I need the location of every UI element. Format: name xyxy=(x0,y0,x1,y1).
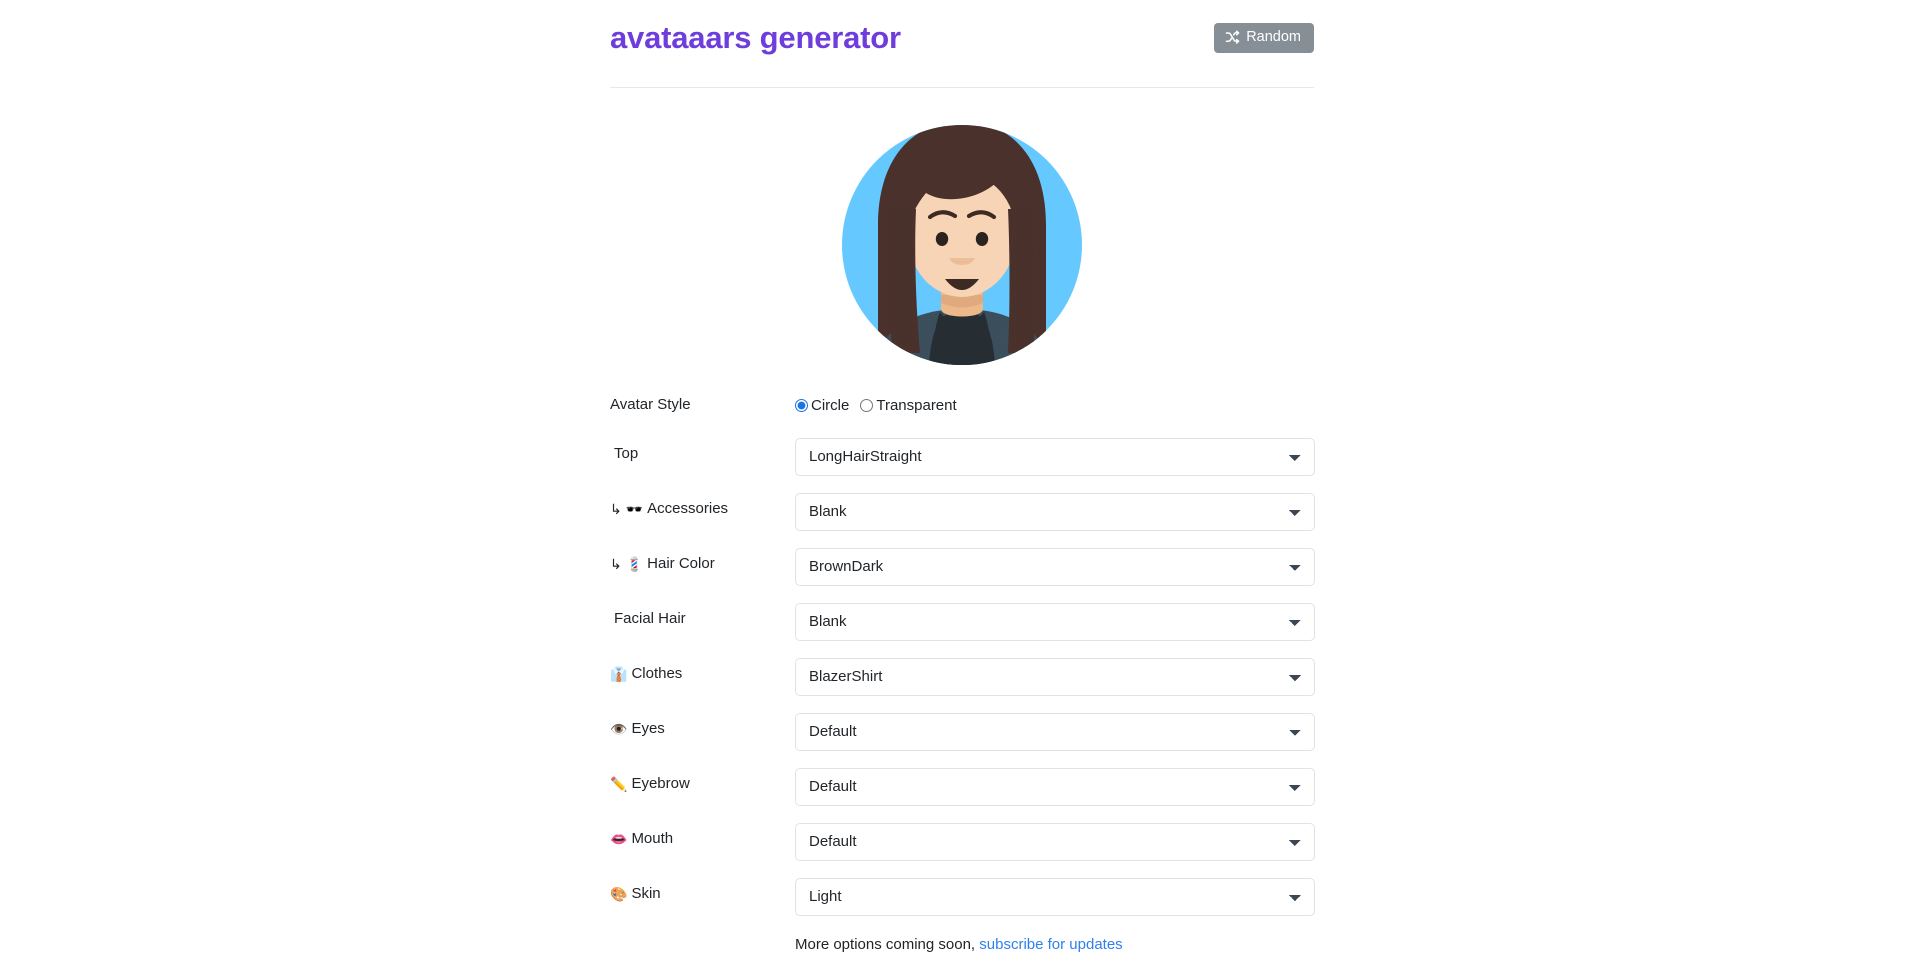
form-row-skin: 🎨 Skin Light xyxy=(610,871,1315,926)
form-row-clothes: 👔 Clothes BlazerShirt xyxy=(610,651,1315,706)
mouth-label: 👄 Mouth xyxy=(610,816,795,848)
top-control: LongHairStraight xyxy=(795,431,1315,476)
eyebrow-label-text: Eyebrow xyxy=(631,775,690,792)
clothes-label-text: Clothes xyxy=(631,665,683,682)
accessories-label: ↳ 🕶️ Accessories xyxy=(610,486,795,518)
avatar-image xyxy=(842,125,1082,365)
form-row-facial-hair: Facial Hair Blank xyxy=(610,596,1315,651)
random-button[interactable]: Random xyxy=(1214,23,1314,53)
avatar-style-radio-group[interactable]: Circle Transparent xyxy=(795,389,1314,414)
hair-color-label-text: Hair Color xyxy=(647,555,715,572)
form-row-eyebrow: ✏️ Eyebrow Default xyxy=(610,761,1315,816)
hair-color-label: ↳ 💈 Hair Color xyxy=(610,541,795,573)
random-button-label: Random xyxy=(1246,29,1301,46)
footnote: More options coming soon, subscribe for … xyxy=(610,936,1314,953)
mouth-icon: 👄 xyxy=(610,831,628,847)
form-row-eyes: 👁️ Eyes Default xyxy=(610,706,1315,761)
accessories-label-text: Accessories xyxy=(647,500,729,517)
top-label-text: Top xyxy=(614,445,639,462)
necktie-icon: 👔 xyxy=(610,666,628,682)
skin-label-text: Skin xyxy=(631,885,661,902)
eyes-label-text: Eyes xyxy=(631,720,665,737)
options-form: Avatar Style Circle Transparent Top Long… xyxy=(610,382,1315,953)
sub-option-arrow-icon: ↳ xyxy=(610,556,622,572)
mouth-select[interactable]: Default xyxy=(795,823,1315,861)
radio-circle-label: Circle xyxy=(811,397,850,414)
hair-color-control: BrownDark xyxy=(795,541,1315,586)
pencil-icon: ✏️ xyxy=(610,776,628,792)
shuffle-icon xyxy=(1225,30,1240,45)
top-select[interactable]: LongHairStraight xyxy=(795,438,1315,476)
page-header: avataaars generator Random xyxy=(610,0,1314,88)
form-row-hair-color: ↳ 💈 Hair Color BrownDark xyxy=(610,541,1315,596)
eyes-select[interactable]: Default xyxy=(795,713,1315,751)
hair-color-select[interactable]: BrownDark xyxy=(795,548,1315,586)
accessories-select[interactable]: Blank xyxy=(795,493,1315,531)
form-row-avatar-style: Avatar Style Circle Transparent xyxy=(610,382,1314,431)
clothes-select[interactable]: BlazerShirt xyxy=(795,658,1315,696)
form-row-top: Top LongHairStraight xyxy=(610,431,1315,486)
eye-icon: 👁️ xyxy=(610,721,628,737)
subscribe-link[interactable]: subscribe for updates xyxy=(979,936,1122,953)
radio-option-transparent[interactable]: Transparent xyxy=(860,397,957,414)
clothes-label: 👔 Clothes xyxy=(610,651,795,683)
avatar-preview xyxy=(610,113,1314,378)
barber-pole-icon: 💈 xyxy=(625,556,644,572)
facial-hair-label: Facial Hair xyxy=(610,596,795,628)
radio-transparent-label: Transparent xyxy=(876,397,957,414)
eyebrow-select[interactable]: Default xyxy=(795,768,1315,806)
radio-circle-input[interactable] xyxy=(795,399,808,412)
accessories-control: Blank xyxy=(795,486,1315,531)
content-container: avataaars generator Random Avatar Style … xyxy=(610,0,1315,953)
eyebrow-label: ✏️ Eyebrow xyxy=(610,761,795,793)
eyes-control: Default xyxy=(795,706,1315,751)
footnote-text: More options coming soon, xyxy=(795,936,980,953)
radio-transparent-input[interactable] xyxy=(860,399,874,412)
facial-hair-select[interactable]: Blank xyxy=(795,603,1315,641)
clothes-control: BlazerShirt xyxy=(795,651,1315,696)
radio-option-circle[interactable]: Circle xyxy=(795,397,849,414)
skin-control: Light xyxy=(795,871,1315,916)
skin-label: 🎨 Skin xyxy=(610,871,795,903)
palette-icon: 🎨 xyxy=(610,886,628,902)
eyebrow-control: Default xyxy=(795,761,1315,806)
form-row-mouth: 👄 Mouth Default xyxy=(610,816,1315,871)
form-row-accessories: ↳ 🕶️ Accessories Blank xyxy=(610,486,1315,541)
top-label: Top xyxy=(610,431,795,463)
eyes-label: 👁️ Eyes xyxy=(610,706,795,738)
avatar-style-label: Avatar Style xyxy=(610,396,691,413)
mouth-label-text: Mouth xyxy=(631,830,674,847)
sub-option-arrow-icon: ↳ xyxy=(610,501,622,517)
facial-hair-label-text: Facial Hair xyxy=(614,610,686,627)
page-title: avataaars generator xyxy=(610,20,901,55)
mouth-control: Default xyxy=(795,816,1315,861)
app-root: avataaars generator Random Avatar Style … xyxy=(0,0,1920,968)
avatar-style-control: Circle Transparent xyxy=(795,382,1314,414)
sunglasses-icon: 🕶️ xyxy=(625,501,644,517)
facial-hair-control: Blank xyxy=(795,596,1315,641)
skin-select[interactable]: Light xyxy=(795,878,1315,916)
